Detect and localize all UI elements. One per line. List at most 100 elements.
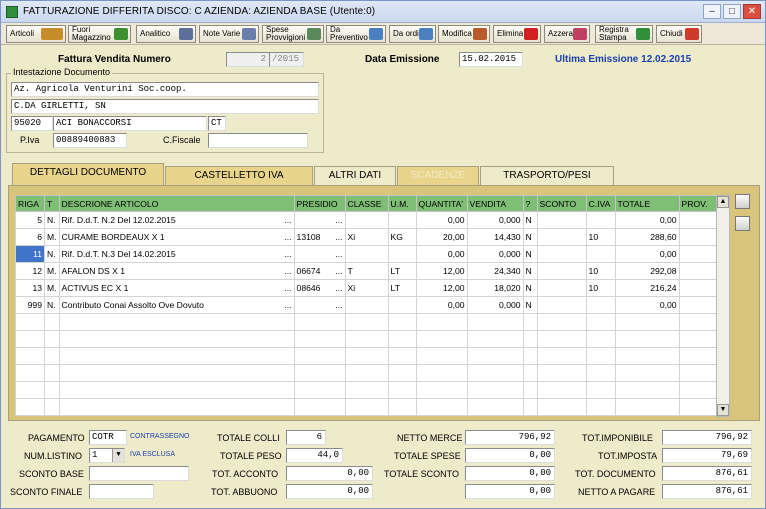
empty-cell[interactable] xyxy=(387,364,417,382)
chiudi-button[interactable]: Chiudi xyxy=(656,25,702,43)
side-button-2[interactable] xyxy=(735,216,750,231)
cell-qta[interactable]: 0,00 xyxy=(415,296,468,314)
table-row[interactable]: 11 N. Rif. D.d.T. N.3 Del 14.02.2015......… xyxy=(15,245,717,263)
empty-cell[interactable] xyxy=(58,330,295,348)
table-row[interactable]: 6 M. CURAME BORDEAUX X 1... 13108... Xi KG 20,… xyxy=(15,228,717,246)
empty-cell[interactable] xyxy=(522,398,538,416)
cell-sconto[interactable] xyxy=(536,228,587,246)
lookup-ellipsis-button[interactable]: ... xyxy=(284,266,291,276)
cell-qta[interactable]: 20,00 xyxy=(415,228,468,246)
cell-totale[interactable]: 288,60 xyxy=(614,228,680,246)
empty-row[interactable] xyxy=(15,398,717,416)
cell-classe[interactable]: T xyxy=(344,262,389,280)
cell-totale[interactable]: 0,00 xyxy=(614,245,680,263)
cell-vendita[interactable]: 0,000 xyxy=(466,296,524,314)
lookup-ellipsis-button[interactable]: ... xyxy=(335,249,342,259)
cell-presidio[interactable]: 13108... xyxy=(293,228,346,246)
col-sconto[interactable]: SCONTO xyxy=(536,195,587,212)
cell-prov[interactable] xyxy=(678,262,717,280)
empty-cell[interactable] xyxy=(293,347,346,365)
col-presidio[interactable]: PRESIDIO xyxy=(293,195,346,212)
city-field[interactable]: ACI BONACCORSI xyxy=(53,116,207,131)
cell-riga[interactable]: 11 xyxy=(15,245,45,263)
empty-cell[interactable] xyxy=(58,364,295,382)
cell-qta[interactable]: 0,00 xyxy=(415,211,468,229)
tab-trasporto-pesi[interactable]: TRASPORTO/PESI xyxy=(480,166,614,185)
empty-cell[interactable] xyxy=(678,347,717,365)
empty-cell[interactable] xyxy=(522,347,538,365)
empty-row[interactable] xyxy=(15,381,717,399)
empty-cell[interactable] xyxy=(58,347,295,365)
address-field[interactable]: C.DA GIRLETTI, SN xyxy=(11,99,319,114)
cell-um[interactable]: LT xyxy=(387,262,417,280)
cell-t[interactable]: N. xyxy=(44,245,60,263)
cell-desc[interactable]: Rif. D.d.T. N.2 Del 12.02.2015... xyxy=(58,211,295,229)
tab-dettagli-documento[interactable]: DETTAGLI DOCUMENTO xyxy=(12,163,164,185)
empty-cell[interactable] xyxy=(387,398,417,416)
cell-prov[interactable] xyxy=(678,279,717,297)
name-field[interactable]: Az. Agricola Venturini Soc.coop. xyxy=(11,82,319,97)
cell-prov[interactable] xyxy=(678,296,717,314)
empty-cell[interactable] xyxy=(536,364,587,382)
cell-classe[interactable] xyxy=(344,245,389,263)
cell-t[interactable]: M. xyxy=(44,279,60,297)
empty-cell[interactable] xyxy=(678,364,717,382)
empty-cell[interactable] xyxy=(466,347,524,365)
cell-riga[interactable]: 999 xyxy=(15,296,45,314)
tab-altri-dati[interactable]: ALTRI DATI xyxy=(314,166,396,185)
side-button-1[interactable] xyxy=(735,194,750,209)
empty-cell[interactable] xyxy=(585,347,616,365)
empty-cell[interactable] xyxy=(293,364,346,382)
empty-cell[interactable] xyxy=(466,398,524,416)
table-row[interactable]: 999 N. Contributo Conai Assolto Ove Dovuto… xyxy=(15,296,717,314)
cell-presidio[interactable]: 08646... xyxy=(293,279,346,297)
col-civa[interactable]: C.IVA xyxy=(585,195,616,212)
issue-date-field[interactable]: 15.02.2015 xyxy=(459,52,523,67)
empty-cell[interactable] xyxy=(522,330,538,348)
empty-cell[interactable] xyxy=(15,313,45,331)
empty-cell[interactable] xyxy=(293,313,346,331)
empty-cell[interactable] xyxy=(678,330,717,348)
cell-desc[interactable]: CURAME BORDEAUX X 1... xyxy=(58,228,295,246)
cell-um[interactable]: KG xyxy=(387,228,417,246)
cell-vendita[interactable]: 14,430 xyxy=(466,228,524,246)
empty-cell[interactable] xyxy=(678,398,717,416)
lookup-ellipsis-button[interactable]: ... xyxy=(335,283,342,293)
table-row[interactable]: 13 M. ACTIVUS EC X 1... 08646... Xi LT 12,00 18… xyxy=(15,279,717,297)
cell-totale[interactable]: 292,08 xyxy=(614,262,680,280)
empty-cell[interactable] xyxy=(415,347,468,365)
empty-cell[interactable] xyxy=(44,398,60,416)
empty-cell[interactable] xyxy=(58,398,295,416)
analitico-button[interactable]: Analitico xyxy=(136,25,196,43)
lookup-ellipsis-button[interactable]: ... xyxy=(284,249,291,259)
listino-select[interactable]: 1 ▼ xyxy=(89,448,125,463)
cell-riga[interactable]: 6 xyxy=(15,228,45,246)
empty-cell[interactable] xyxy=(466,330,524,348)
empty-cell[interactable] xyxy=(536,330,587,348)
cell-civa[interactable] xyxy=(585,296,616,314)
col-um[interactable]: U.M. xyxy=(387,195,417,212)
da-ordine-button[interactable]: Da ordine xyxy=(389,25,436,43)
tot-abbuono-field[interactable]: 0,00 xyxy=(286,484,373,499)
empty-row[interactable] xyxy=(15,364,717,382)
empty-cell[interactable] xyxy=(293,330,346,348)
empty-cell[interactable] xyxy=(344,364,389,382)
cell-sconto[interactable] xyxy=(536,279,587,297)
empty-cell[interactable] xyxy=(522,381,538,399)
cell-qta[interactable]: 12,00 xyxy=(415,279,468,297)
empty-cell[interactable] xyxy=(344,347,389,365)
cell-civa[interactable] xyxy=(585,245,616,263)
empty-cell[interactable] xyxy=(344,313,389,331)
empty-cell[interactable] xyxy=(344,398,389,416)
cell-q[interactable]: N xyxy=(522,262,538,280)
cell-qta[interactable]: 12,00 xyxy=(415,262,468,280)
pagamento-field[interactable]: COTR xyxy=(89,430,127,445)
cell-prov[interactable] xyxy=(678,245,717,263)
col-prov[interactable]: PROV. xyxy=(678,195,717,212)
chevron-down-icon[interactable]: ▼ xyxy=(112,449,124,462)
cell-totale[interactable]: 0,00 xyxy=(614,211,680,229)
cell-presidio[interactable]: ... xyxy=(293,245,346,263)
cell-vendita[interactable]: 0,000 xyxy=(466,211,524,229)
cell-classe[interactable] xyxy=(344,211,389,229)
cell-t[interactable]: M. xyxy=(44,228,60,246)
